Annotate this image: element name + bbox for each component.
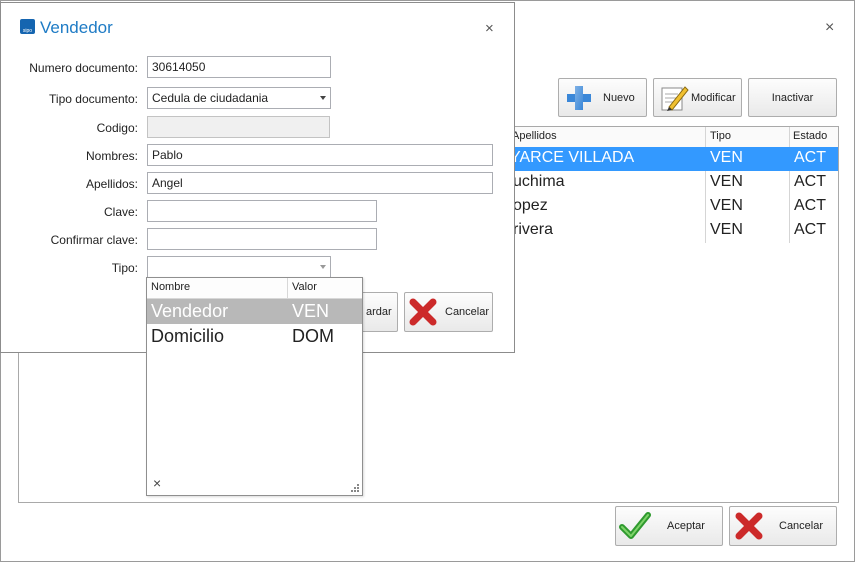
chevron-down-icon[interactable]	[320, 265, 326, 269]
dialog-title: Vendedor	[40, 18, 113, 37]
apellidos-input[interactable]	[147, 172, 493, 194]
list-item[interactable]: Vendedor VEN	[147, 299, 362, 324]
dialog-close-button[interactable]: ×	[485, 20, 494, 37]
nombres-label: Nombres:	[85, 149, 138, 163]
cancelar-button[interactable]: Cancelar	[729, 506, 837, 546]
edit-pencil-icon	[661, 85, 689, 111]
tipo-label: Tipo:	[111, 261, 138, 275]
cell-estado: ACT	[794, 173, 826, 190]
column-header-apellidos[interactable]: Apellidos	[512, 130, 557, 142]
clave-label: Clave:	[103, 205, 138, 219]
numero-documento-label: Numero documento:	[29, 61, 138, 75]
cancel-x-icon	[409, 298, 437, 326]
cell-apellidos: rivera	[513, 221, 554, 238]
column-divider	[287, 278, 288, 298]
item-nombre: Vendedor	[151, 301, 229, 321]
aceptar-label: Aceptar	[667, 520, 705, 532]
inactivar-button[interactable]: Inactivar	[748, 78, 837, 117]
popup-header: Nombre Valor	[147, 278, 362, 299]
chevron-down-icon[interactable]	[320, 96, 326, 100]
modificar-button[interactable]: Modificar	[653, 78, 742, 117]
confirmar-clave-label: Confirmar clave:	[50, 233, 138, 247]
apellidos-label: Apellidos:	[85, 177, 138, 191]
cell-tipo: VEN	[710, 149, 743, 166]
clave-input[interactable]	[147, 200, 377, 222]
item-valor: VEN	[292, 301, 330, 321]
column-header-estado[interactable]: Estado	[793, 130, 827, 142]
modificar-label: Modificar	[691, 91, 736, 104]
resize-grip-icon[interactable]	[350, 483, 360, 493]
cell-estado: ACT	[794, 221, 826, 238]
item-valor: DOM	[292, 326, 334, 346]
cell-tipo: VEN	[710, 221, 743, 238]
guardar-label: ardar	[366, 306, 392, 318]
cell-tipo: VEN	[710, 173, 743, 190]
popup-column-nombre: Nombre	[151, 281, 191, 293]
codigo-input	[147, 116, 330, 138]
cell-estado: ACT	[794, 197, 826, 214]
checkmark-icon	[619, 512, 651, 539]
nuevo-label: Nuevo	[603, 91, 635, 104]
tipo-select[interactable]	[147, 256, 331, 278]
tipo-documento-value: Cedula de ciudadania	[152, 91, 269, 105]
cell-apellidos: YARCE VILLADA	[510, 149, 635, 166]
cell-apellidos: opez	[513, 197, 548, 214]
aceptar-button[interactable]: Aceptar	[615, 506, 723, 546]
cancel-x-icon	[735, 512, 763, 540]
nombres-input[interactable]	[147, 144, 493, 166]
popup-column-valor: Valor	[292, 281, 317, 293]
item-nombre: Domicilio	[151, 326, 225, 346]
column-header-tipo[interactable]: Tipo	[710, 130, 731, 142]
list-item[interactable]: Domicilio DOM	[147, 324, 362, 349]
nuevo-button[interactable]: Nuevo	[558, 78, 647, 117]
app-logo-text: sipo	[22, 28, 33, 34]
cell-estado: ACT	[794, 149, 826, 166]
cell-tipo: VEN	[710, 197, 743, 214]
app-logo-icon: sipo	[20, 19, 35, 34]
plus-icon	[567, 85, 591, 110]
confirmar-clave-input[interactable]	[147, 228, 377, 250]
numero-documento-input[interactable]	[147, 56, 331, 78]
tipo-documento-label: Tipo documento:	[49, 92, 138, 106]
popup-close-icon[interactable]: ×	[153, 475, 161, 491]
cancelar-label: Cancelar	[779, 520, 824, 532]
dialog-cancelar-button[interactable]: Cancelar	[404, 292, 493, 332]
tipo-documento-select[interactable]: Cedula de ciudadania	[147, 87, 331, 109]
tipo-dropdown-popup[interactable]: Nombre Valor Vendedor VEN Domicilio DOM …	[146, 277, 363, 496]
codigo-label: Codigo:	[96, 121, 138, 135]
cell-apellidos: uchima	[513, 173, 565, 190]
dialog-cancelar-label: Cancelar	[445, 306, 490, 318]
inactivar-label: Inactivar	[771, 91, 814, 104]
background-close-button[interactable]: ×	[825, 19, 834, 37]
